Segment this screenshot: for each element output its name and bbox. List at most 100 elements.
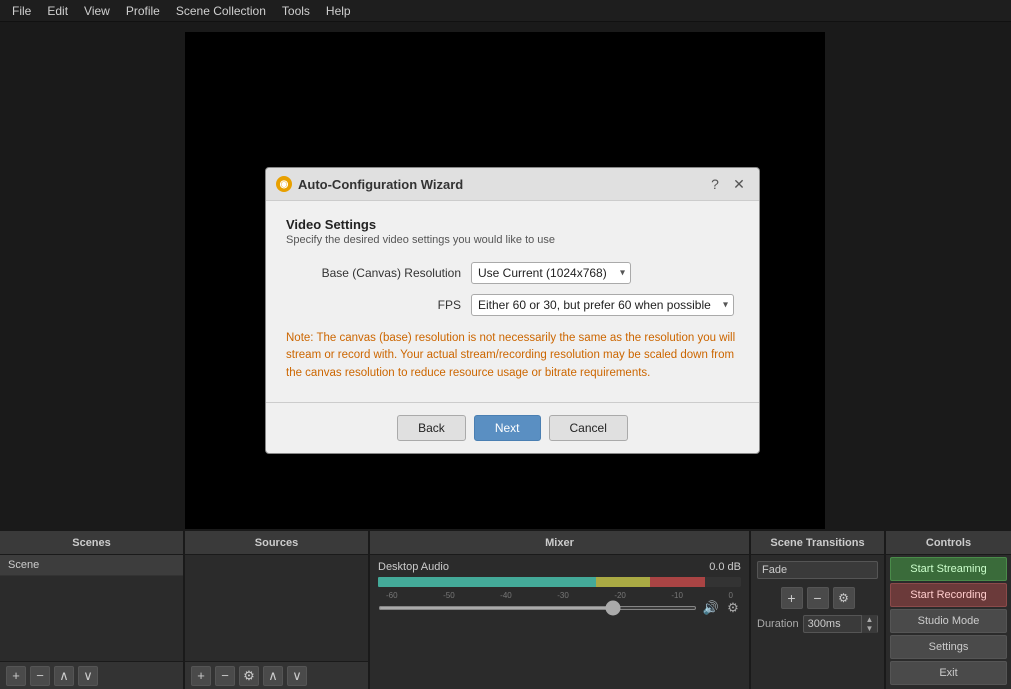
resolution-select-wrapper: Use Current (1024x768) 1920x1080 1280x72… [471,262,631,284]
vol-yellow [596,577,650,587]
mixer-settings-button[interactable]: ⚙ [725,600,741,616]
settings-button[interactable]: Settings [890,635,1007,659]
studio-mode-button[interactable]: Studio Mode [890,609,1007,633]
scene-add-button[interactable]: + [6,666,26,686]
resolution-control: Use Current (1024x768) 1920x1080 1280x72… [471,262,631,284]
fps-row: FPS Either 60 or 30, but prefer 60 when … [286,294,739,316]
transition-add-button[interactable]: + [781,587,803,609]
dialog-body: Video Settings Specify the desired video… [266,201,759,402]
duration-input-wrapper: ▲ ▼ [803,615,878,633]
scenes-panel: Scenes Scene + − ∧ ∨ [0,531,185,689]
channel-db: 0.0 dB [709,561,741,573]
controls-body: Start Streaming Start Recording Studio M… [886,555,1011,689]
menu-view[interactable]: View [76,2,118,20]
volume-bar [378,577,741,587]
start-streaming-button[interactable]: Start Streaming [890,557,1007,581]
dialog-footer: Back Next Cancel [266,402,759,453]
transition-select-wrapper: Fade Cut Swipe Slide [751,555,884,583]
transitions-header: Scene Transitions [751,531,884,555]
main-container: ◉ Auto-Configuration Wizard ? ✕ Video Se… [0,22,1011,689]
source-move-down-button[interactable]: ∨ [287,666,307,686]
mixer-panel: Mixer Desktop Audio 0.0 dB [370,531,751,689]
sources-toolbar: + − ⚙ ∧ ∨ [185,661,368,689]
exit-button[interactable]: Exit [890,661,1007,685]
tick-4: -20 [614,591,626,600]
menu-scene-collection[interactable]: Scene Collection [168,2,274,20]
sources-panel: Sources + − ⚙ ∧ ∨ [185,531,370,689]
transition-remove-button[interactable]: − [807,587,829,609]
tick-2: -40 [500,591,512,600]
menubar: File Edit View Profile Scene Collection … [0,0,1011,22]
fps-select[interactable]: Either 60 or 30, but prefer 60 when poss… [471,294,734,316]
resolution-label: Base (Canvas) Resolution [286,266,471,280]
scenes-header: Scenes [0,531,183,555]
dialog-title-buttons: ? ✕ [705,174,749,194]
auto-config-dialog: ◉ Auto-Configuration Wizard ? ✕ Video Se… [265,167,760,454]
tick-row: -60 -50 -40 -30 -20 -10 0 [378,591,741,600]
source-add-button[interactable]: + [191,666,211,686]
tick-1: -50 [443,591,455,600]
menu-help[interactable]: Help [318,2,359,20]
controls-header: Controls [886,531,1011,555]
duration-spin: ▲ ▼ [861,615,877,633]
duration-label: Duration [757,618,799,630]
sources-header: Sources [185,531,368,555]
dialog-help-button[interactable]: ? [705,174,725,194]
dialog-titlebar: ◉ Auto-Configuration Wizard ? ✕ [266,168,759,201]
vol-green [378,577,596,587]
mixer-body: Desktop Audio 0.0 dB -60 -50 [370,555,749,689]
dialog-title-left: ◉ Auto-Configuration Wizard [276,176,463,192]
mute-button[interactable]: 🔊 [703,600,719,616]
scene-move-up-button[interactable]: ∧ [54,666,74,686]
source-move-up-button[interactable]: ∧ [263,666,283,686]
source-remove-button[interactable]: − [215,666,235,686]
back-button[interactable]: Back [397,415,466,441]
vol-red [650,577,704,587]
transition-settings-button[interactable]: ⚙ [833,587,855,609]
scenes-toolbar: + − ∧ ∨ [0,661,183,689]
scene-remove-button[interactable]: − [30,666,50,686]
transition-type-select[interactable]: Fade Cut Swipe Slide [757,561,878,579]
scenes-body: Scene [0,555,183,661]
desktop-audio-channel: Desktop Audio 0.0 dB -60 -50 [370,555,749,622]
scene-move-down-button[interactable]: ∨ [78,666,98,686]
preview-area: ◉ Auto-Configuration Wizard ? ✕ Video Se… [0,22,1011,529]
tick-5: -10 [671,591,683,600]
menu-profile[interactable]: Profile [118,2,168,20]
bottom-panels: Scenes Scene + − ∧ ∨ Sources + − ⚙ ∧ ∨ [0,529,1011,689]
channel-name: Desktop Audio [378,561,449,573]
sources-body [185,555,368,661]
menu-file[interactable]: File [4,2,39,20]
menu-tools[interactable]: Tools [274,2,318,20]
volume-bar-bg [378,577,741,587]
menu-edit[interactable]: Edit [39,2,76,20]
duration-down-button[interactable]: ▼ [862,624,877,633]
source-settings-button[interactable]: ⚙ [239,666,259,686]
resolution-row: Base (Canvas) Resolution Use Current (10… [286,262,739,284]
vol-dark [705,577,741,587]
mixer-header: Mixer [370,531,749,555]
tick-6: 0 [728,591,732,600]
volume-slider-row: 🔊 ⚙ [378,600,741,616]
fps-select-wrapper: Either 60 or 30, but prefer 60 when poss… [471,294,734,316]
resolution-select[interactable]: Use Current (1024x768) 1920x1080 1280x72… [471,262,631,284]
cancel-button[interactable]: Cancel [549,415,628,441]
tick-3: -30 [557,591,569,600]
tick-0: -60 [386,591,398,600]
volume-slider[interactable] [378,606,697,610]
duration-row: Duration ▲ ▼ [751,613,884,635]
fps-control: Either 60 or 30, but prefer 60 when poss… [471,294,734,316]
transitions-panel: Scene Transitions Fade Cut Swipe Slide +… [751,531,886,689]
transitions-body: Fade Cut Swipe Slide + − ⚙ Duration [751,555,884,689]
dialog-close-button[interactable]: ✕ [729,174,749,194]
fps-label: FPS [286,298,471,312]
next-button[interactable]: Next [474,415,541,441]
note-text: Note: The canvas (base) resolution is no… [286,330,739,382]
scene-item[interactable]: Scene [0,555,183,576]
dialog-icon: ◉ [276,176,292,192]
start-recording-button[interactable]: Start Recording [890,583,1007,607]
transition-controls: + − ⚙ [751,583,884,613]
duration-up-button[interactable]: ▲ [862,615,877,624]
dialog-title-text: Auto-Configuration Wizard [298,177,463,192]
controls-panel: Controls Start Streaming Start Recording… [886,531,1011,689]
